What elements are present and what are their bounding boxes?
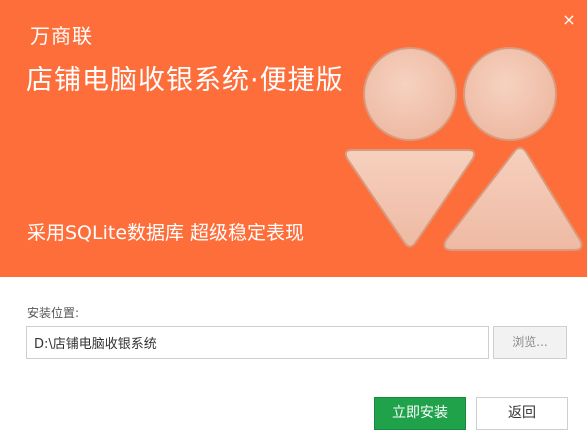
header-banner: 万商联 店铺电脑收银系统·便捷版 × 采用SQLite数据库 超级稳定表现 — [0, 0, 587, 277]
install-path-input[interactable] — [26, 326, 489, 359]
product-title: 店铺电脑收银系统·便捷版 — [26, 65, 344, 96]
logo-icon — [344, 47, 583, 251]
browse-button[interactable]: 浏览... — [493, 326, 567, 359]
close-icon[interactable]: × — [561, 12, 577, 28]
install-panel: 安装位置: 浏览... 立即安装 返回 — [0, 277, 587, 438]
brand-name: 万商联 — [30, 24, 93, 48]
back-button[interactable]: 返回 — [476, 397, 568, 430]
install-button[interactable]: 立即安装 — [374, 397, 466, 430]
tagline: 采用SQLite数据库 超级稳定表现 — [27, 222, 305, 244]
install-path-label: 安装位置: — [27, 306, 80, 320]
